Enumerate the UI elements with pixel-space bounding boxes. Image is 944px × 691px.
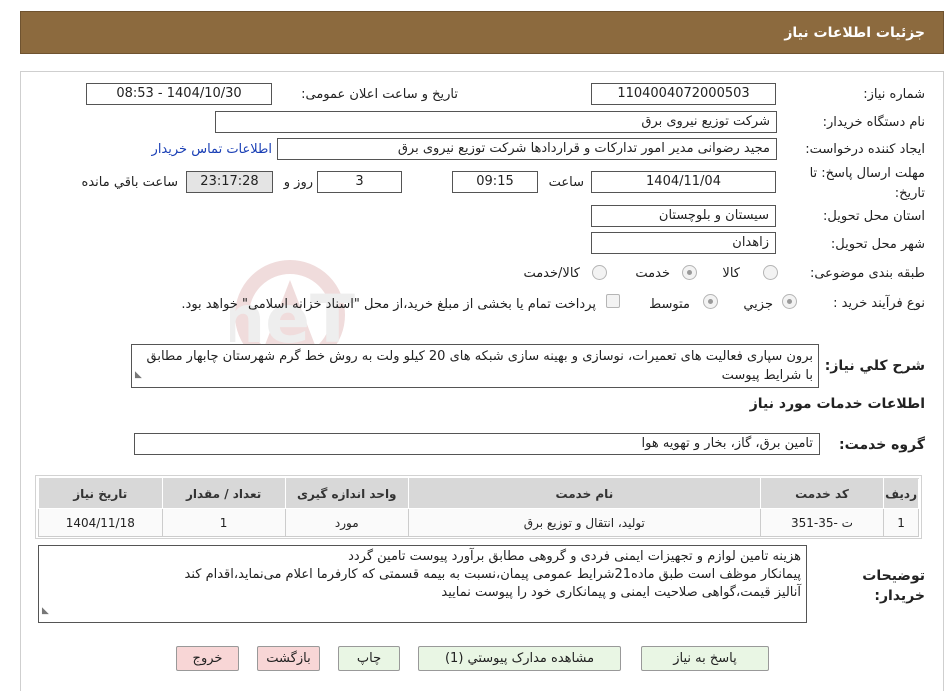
- city-label: شهر محل تحویل:: [830, 237, 925, 252]
- description-textarea[interactable]: برون سپاری فعالیت های تعمیرات، نوسازی و …: [131, 344, 819, 388]
- table-header-row: ردیف کد خدمت نام خدمت واحد اندازه گیری ت…: [38, 478, 919, 509]
- cell-unit: مورد: [284, 508, 409, 537]
- deadline-days-label: روز و: [283, 175, 313, 190]
- col-header-service-code: کد خدمت: [759, 478, 885, 509]
- category-radio-service[interactable]: [682, 265, 697, 280]
- buyer-notes-label: توضیحات خریدار:: [862, 568, 925, 604]
- service-group-field[interactable]: تامین برق، گاز، بخار و تهویه هوا: [134, 433, 820, 455]
- reply-button[interactable]: پاسخ به نیاز: [641, 646, 769, 671]
- process-radio-medium[interactable]: [703, 294, 718, 309]
- remaining-time-label: ساعت باقي مانده: [81, 175, 178, 190]
- buyer-note-line: پیمانکار موظف است طبق ماده21شرایط عمومی …: [184, 567, 802, 582]
- process-option-medium: متوسط: [649, 297, 690, 312]
- category-option-service: خدمت: [635, 266, 670, 281]
- cell-row-number: 1: [883, 508, 919, 537]
- buyer-note-line: آنالیز قیمت،گواهی صلاحیت ایمنی و پیمانکا…: [441, 585, 801, 600]
- cell-service-code: ت -35-351: [759, 508, 885, 537]
- category-option-goods: کالا: [722, 266, 740, 281]
- process-option-minor: جزیي: [743, 297, 773, 312]
- announce-label: تاریخ و ساعت اعلان عمومی:: [301, 87, 458, 102]
- process-radio-minor[interactable]: [782, 294, 797, 309]
- buyer-contact-link[interactable]: اطلاعات تماس خریدار: [152, 142, 272, 157]
- process-label: نوع فرآیند خرید :: [833, 296, 925, 311]
- exit-button[interactable]: خروج: [176, 646, 239, 671]
- need-number-label: شماره نیاز:: [863, 87, 925, 102]
- creator-label: ایجاد کننده درخواست:: [805, 142, 925, 157]
- view-documents-button[interactable]: مشاهده مدارک پیوستي (1): [418, 646, 621, 671]
- category-radio-goods[interactable]: [763, 265, 778, 280]
- col-header-quantity: تعداد / مقدار: [161, 478, 286, 509]
- province-field[interactable]: سیستان و بلوچستان: [591, 205, 776, 227]
- back-button[interactable]: بازگشت: [257, 646, 320, 671]
- treasury-note: پرداخت تمام یا بخشی از مبلغ خرید،از محل …: [181, 297, 596, 312]
- category-radio-goods-service[interactable]: [592, 265, 607, 280]
- deadline-days-field[interactable]: 3: [317, 171, 402, 193]
- buyer-org-field[interactable]: شرکت توزیع نیروی برق: [215, 111, 777, 133]
- description-label: شرح کلي نیاز:: [824, 358, 925, 374]
- cell-service-name: تولید، انتقال و توزیع برق: [407, 508, 761, 537]
- buyer-note-line: هزینه تامین لوازم و تجهیزات ایمنی فردی و…: [348, 549, 801, 564]
- creator-field[interactable]: مجید رضوانی مدیر امور تداركات و قرارداده…: [277, 138, 777, 160]
- buyer-org-label: نام دستگاه خریدار:: [822, 115, 925, 130]
- resize-grip-icon[interactable]: ◢: [42, 602, 49, 620]
- deadline-time-label: ساعت: [548, 175, 584, 190]
- col-header-need-date: تاریخ نیاز: [38, 478, 163, 509]
- col-header-service-name: نام خدمت: [407, 478, 761, 509]
- description-text: برون سپاری فعالیت های تعمیرات، نوسازی و …: [146, 349, 814, 383]
- deadline-label: مهلت ارسال پاسخ: تا تاریخ:: [809, 166, 925, 201]
- services-table: ردیف کد خدمت نام خدمت واحد اندازه گیری ت…: [38, 478, 919, 537]
- treasury-checkbox[interactable]: [606, 294, 620, 308]
- need-number-field[interactable]: 1104004072000503: [591, 83, 776, 105]
- col-header-row-number: ردیف: [883, 478, 919, 509]
- print-button[interactable]: چاپ: [338, 646, 400, 671]
- province-label: استان محل تحویل:: [823, 209, 925, 224]
- col-header-unit: واحد اندازه گیری: [284, 478, 409, 509]
- category-option-goods-service: کالا/خدمت: [523, 266, 580, 281]
- resize-grip-icon[interactable]: ◢: [135, 366, 142, 385]
- remaining-time-field: 23:17:28: [186, 171, 273, 193]
- cell-need-date: 1404/11/18: [38, 508, 163, 537]
- page-header: جزئیات اطلاعات نیاز: [20, 11, 944, 54]
- city-field[interactable]: زاهدان: [591, 232, 776, 254]
- services-section-title: اطلاعات خدمات مورد نیاز: [749, 396, 925, 412]
- deadline-time-field[interactable]: 09:15: [452, 171, 538, 193]
- buyer-notes-textarea[interactable]: هزینه تامین لوازم و تجهیزات ایمنی فردی و…: [38, 545, 807, 623]
- cell-quantity: 1: [161, 508, 286, 537]
- category-label: طبقه بندی موضوعی:: [809, 266, 925, 281]
- table-row[interactable]: 1 ت -35-351 تولید، انتقال و توزیع برق مو…: [38, 508, 919, 537]
- announce-field[interactable]: 1404/10/30 - 08:53: [86, 83, 272, 105]
- service-group-label: گروه خدمت:: [839, 437, 925, 453]
- deadline-date-field[interactable]: 1404/11/04: [591, 171, 776, 193]
- page-title: جزئیات اطلاعات نیاز: [784, 24, 925, 41]
